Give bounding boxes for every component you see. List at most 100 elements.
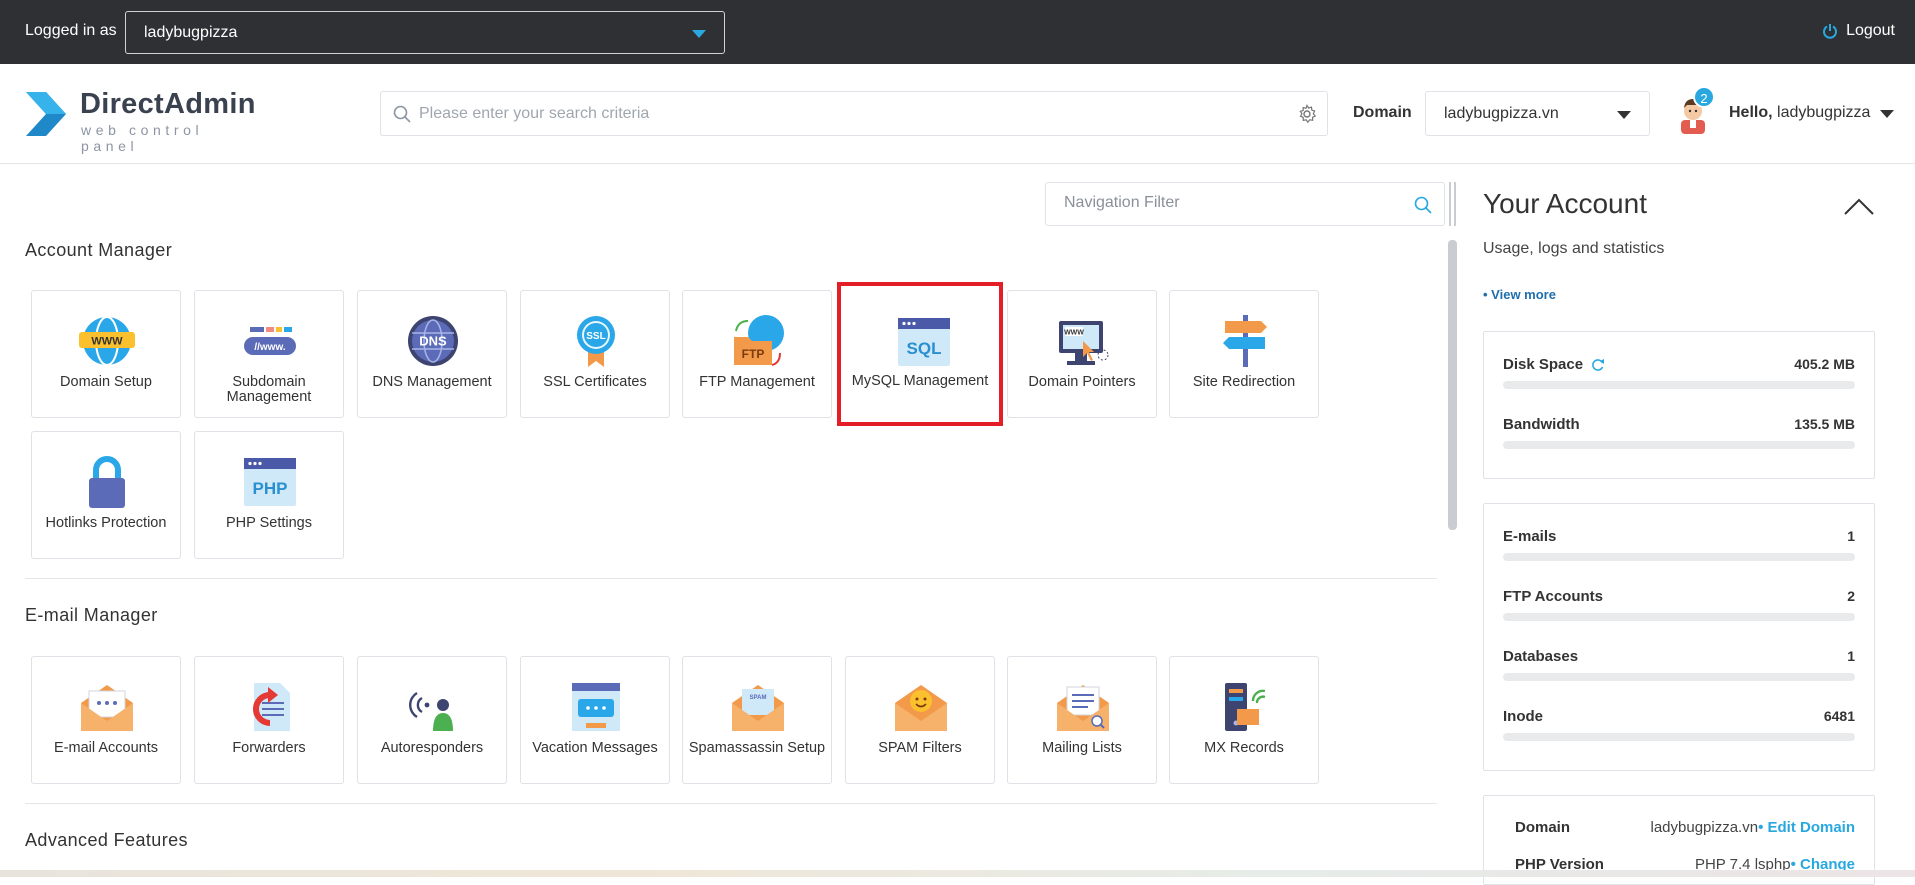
- tile-label: FTP Management: [699, 374, 815, 390]
- svg-text:PHP: PHP: [253, 479, 288, 498]
- view-more-link[interactable]: • View more: [1483, 287, 1556, 302]
- tile-site-redirection[interactable]: Site Redirection: [1169, 290, 1319, 418]
- tile-ssl-certificates[interactable]: SSL SSL Certificates: [520, 290, 670, 418]
- user-greeting[interactable]: Hello, ladybugpizza: [1729, 104, 1870, 122]
- progress-bar: [1503, 381, 1855, 389]
- stat-name: Databases: [1503, 648, 1579, 665]
- refresh-icon[interactable]: [1591, 358, 1605, 372]
- hello-user: ladybugpizza: [1777, 104, 1871, 121]
- progress-bar: [1503, 553, 1855, 561]
- autoresponder-person-icon: [409, 691, 453, 731]
- domain-select[interactable]: ladybugpizza.vn: [1425, 91, 1650, 136]
- tile-label: Vacation Messages: [532, 740, 658, 756]
- directadmin-logo[interactable]: DirectAdmin web control panel: [24, 86, 264, 154]
- tile-domain-setup[interactable]: WWW Domain Setup: [31, 290, 181, 418]
- scrollbar-thumb[interactable]: [1448, 240, 1457, 530]
- notification-badge[interactable]: 2: [1693, 86, 1715, 108]
- edit-domain-link[interactable]: • Edit Domain: [1758, 819, 1855, 836]
- search-icon: [1414, 196, 1432, 214]
- user-select[interactable]: ladybugpizza: [125, 11, 725, 54]
- domain-label: Domain: [1353, 104, 1412, 121]
- chevron-down-icon: [1617, 111, 1631, 119]
- tile-forwarders[interactable]: Forwarders: [194, 656, 344, 784]
- tile-label: Site Redirection: [1192, 374, 1296, 390]
- top-bar: Logged in as ladybugpizza Logout: [0, 0, 1915, 64]
- chevron-down-icon[interactable]: [1880, 110, 1894, 118]
- panel-subtitle: Usage, logs and statistics: [1483, 240, 1665, 257]
- tile-ftp-management[interactable]: FTP FTP Management: [682, 290, 832, 418]
- monitor-www-icon: WWW: [1059, 321, 1109, 365]
- svg-text:DNS: DNS: [419, 334, 447, 349]
- smiley-envelope-icon: [895, 685, 947, 731]
- svg-text:WWW: WWW: [91, 336, 123, 348]
- progress-bar: [1503, 613, 1855, 621]
- tile-hotlinks-protection[interactable]: Hotlinks Protection: [31, 431, 181, 559]
- forward-document-icon: [253, 683, 290, 731]
- tile-vacation-messages[interactable]: Vacation Messages: [520, 656, 670, 784]
- info-key: Domain: [1515, 819, 1571, 836]
- ssl-badge-icon: SSL: [577, 316, 615, 367]
- section-divider: [25, 803, 1437, 804]
- padlock-icon: [89, 456, 125, 508]
- navigation-filter[interactable]: [1045, 182, 1445, 226]
- section-divider: [25, 578, 1437, 579]
- info-value: ladybugpizza.vn• Edit Domain: [1650, 819, 1856, 836]
- tile-autoresponders[interactable]: Autoresponders: [357, 656, 507, 784]
- stat-name: FTP Accounts: [1503, 588, 1604, 605]
- logged-in-label: Logged in as: [25, 22, 117, 39]
- hello-prefix: Hello,: [1729, 104, 1773, 121]
- mailing-list-envelope-icon: [1057, 685, 1109, 731]
- usage-card: Disk Space 405.2 MB Bandwidth 135.5 MB: [1483, 331, 1875, 479]
- search-icon: [393, 105, 411, 123]
- directadmin-logo-icon: [26, 92, 66, 136]
- gear-icon[interactable]: [1297, 104, 1317, 124]
- tile-spam-filters[interactable]: SPAM Filters: [845, 656, 995, 784]
- chevron-down-icon: [692, 30, 706, 38]
- stat-ftp-accounts: FTP Accounts 2: [1503, 588, 1855, 628]
- tile-label: Subdomain Management: [226, 374, 312, 405]
- svg-text:WWW: WWW: [1064, 330, 1084, 337]
- tile-mysql-management[interactable]: SQL MySQL Management: [837, 282, 1003, 426]
- sql-window-icon: SQL: [898, 318, 950, 366]
- window-bottom-edge: [0, 870, 1915, 877]
- tile-dns-management[interactable]: DNS DNS Management: [357, 290, 507, 418]
- navigation-filter-input[interactable]: [1064, 194, 1404, 212]
- search-bar[interactable]: [380, 91, 1328, 136]
- tile-spamassassin-setup[interactable]: SPAM Spamassassin Setup: [682, 656, 832, 784]
- tile-mailing-lists[interactable]: Mailing Lists: [1007, 656, 1157, 784]
- svg-text://www.: //www.: [254, 342, 286, 353]
- progress-bar: [1503, 733, 1855, 741]
- panel-splitter-handle[interactable]: [1448, 182, 1457, 226]
- tile-email-accounts[interactable]: E-mail Accounts: [31, 656, 181, 784]
- header: DirectAdmin web control panel Domain lad…: [0, 64, 1915, 164]
- tile-domain-pointers[interactable]: WWW Domain Pointers: [1007, 290, 1157, 418]
- logout-label: Logout: [1846, 22, 1895, 39]
- chevron-up-icon[interactable]: [1843, 198, 1875, 216]
- tile-label: SSL Certificates: [543, 374, 647, 390]
- logo-tagline: web control panel: [81, 122, 204, 154]
- stat-value: 1: [1847, 528, 1855, 544]
- vacation-chat-icon: [572, 683, 620, 731]
- tile-label: Forwarders: [232, 740, 306, 756]
- globe-www-icon: WWW: [79, 316, 135, 366]
- stat-databases: Databases 1: [1503, 648, 1855, 688]
- svg-text:SSL: SSL: [586, 331, 605, 342]
- tile-label: Hotlinks Protection: [45, 515, 167, 531]
- search-input[interactable]: [419, 102, 1259, 126]
- tile-php-settings[interactable]: PHP PHP Settings: [194, 431, 344, 559]
- mx-server-icon: [1225, 683, 1266, 731]
- tile-label: MX Records: [1204, 740, 1284, 756]
- stat-value: 2: [1847, 588, 1855, 604]
- logout-button[interactable]: Logout: [1822, 22, 1895, 40]
- tile-subdomain-management[interactable]: //www. Subdomain Management: [194, 290, 344, 418]
- dns-globe-icon: DNS: [408, 316, 458, 366]
- tile-mx-records[interactable]: MX Records: [1169, 656, 1319, 784]
- tile-label: Domain Pointers: [1028, 374, 1136, 390]
- power-icon: [1823, 24, 1838, 39]
- spam-envelope-icon: SPAM: [732, 685, 784, 731]
- envelope-icon: [81, 685, 133, 731]
- section-title-advanced-features: Advanced Features: [25, 830, 188, 850]
- tile-label: Domain Setup: [60, 374, 152, 390]
- stat-name: Disk Space: [1503, 356, 1605, 373]
- svg-text:FTP: FTP: [742, 347, 765, 361]
